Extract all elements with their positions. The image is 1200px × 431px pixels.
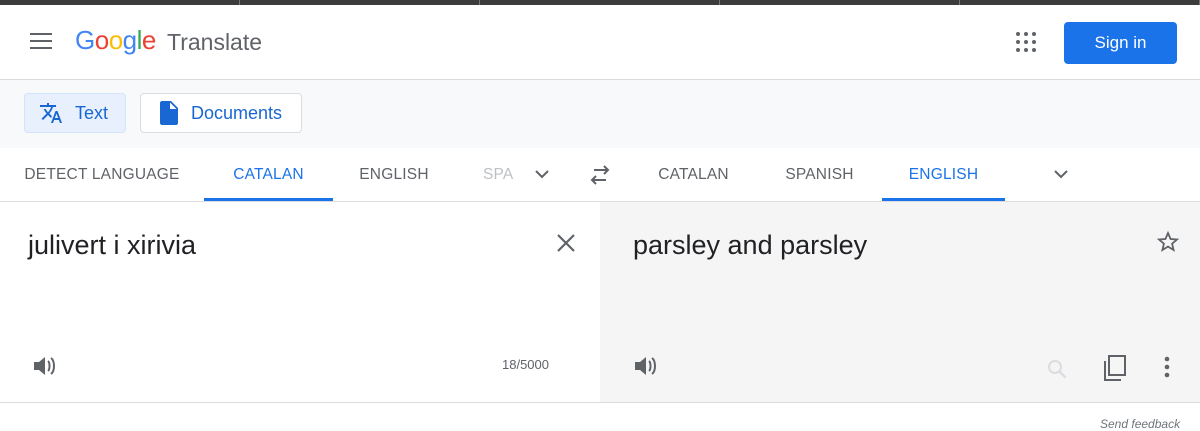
- language-bar: DETECT LANGUAGE CATALAN ENGLISH SPA CATA…: [0, 148, 1200, 202]
- translate-icon: [39, 101, 63, 125]
- star-icon[interactable]: [1156, 230, 1180, 254]
- swap-languages-icon[interactable]: [588, 164, 612, 186]
- app-header: Google Translate Sign in: [0, 5, 1200, 80]
- character-count: 18/5000: [502, 357, 549, 372]
- sign-in-button[interactable]: Sign in: [1064, 22, 1177, 64]
- source-lang-detect[interactable]: DETECT LANGUAGE: [0, 148, 204, 201]
- copy-icon[interactable]: [1102, 354, 1128, 382]
- documents-mode-label: Documents: [191, 102, 283, 123]
- send-feedback-link[interactable]: Send feedback: [1100, 417, 1180, 431]
- source-pane: julivert i xirivia 18/5000: [0, 202, 600, 402]
- translation-output: parsley and parsley: [633, 230, 868, 260]
- text-mode-label: Text: [75, 102, 109, 123]
- apps-grid-icon[interactable]: [1016, 32, 1036, 52]
- mode-toolbar: Text Documents: [0, 80, 1200, 148]
- target-pane: parsley and parsley: [600, 202, 1200, 402]
- document-icon: [159, 101, 179, 125]
- text-mode-button[interactable]: Text: [24, 93, 126, 133]
- target-lang-spanish[interactable]: SPANISH: [757, 148, 882, 201]
- target-lang-catalan[interactable]: CATALAN: [630, 148, 757, 201]
- search-icon: [1048, 360, 1067, 379]
- source-speaker-icon[interactable]: [32, 354, 58, 378]
- clear-icon[interactable]: [555, 232, 577, 254]
- source-text-input[interactable]: julivert i xirivia: [28, 230, 196, 261]
- source-lang-catalan[interactable]: CATALAN: [204, 148, 333, 201]
- documents-mode-button[interactable]: Documents: [140, 93, 302, 133]
- hamburger-menu-icon[interactable]: [30, 33, 52, 51]
- more-options-icon[interactable]: [1162, 354, 1172, 380]
- source-lang-english[interactable]: ENGLISH: [333, 148, 455, 201]
- product-name: Translate: [167, 29, 263, 55]
- target-lang-english[interactable]: ENGLISH: [882, 148, 1005, 201]
- google-logo[interactable]: Google: [75, 25, 156, 56]
- source-lang-spanish[interactable]: SPA: [483, 148, 517, 201]
- source-lang-chevron-down-icon[interactable]: [532, 164, 552, 184]
- target-speaker-icon[interactable]: [633, 354, 659, 378]
- translation-panes: julivert i xirivia 18/5000 parsley and p…: [0, 202, 1200, 403]
- target-lang-chevron-down-icon[interactable]: [1051, 164, 1071, 184]
